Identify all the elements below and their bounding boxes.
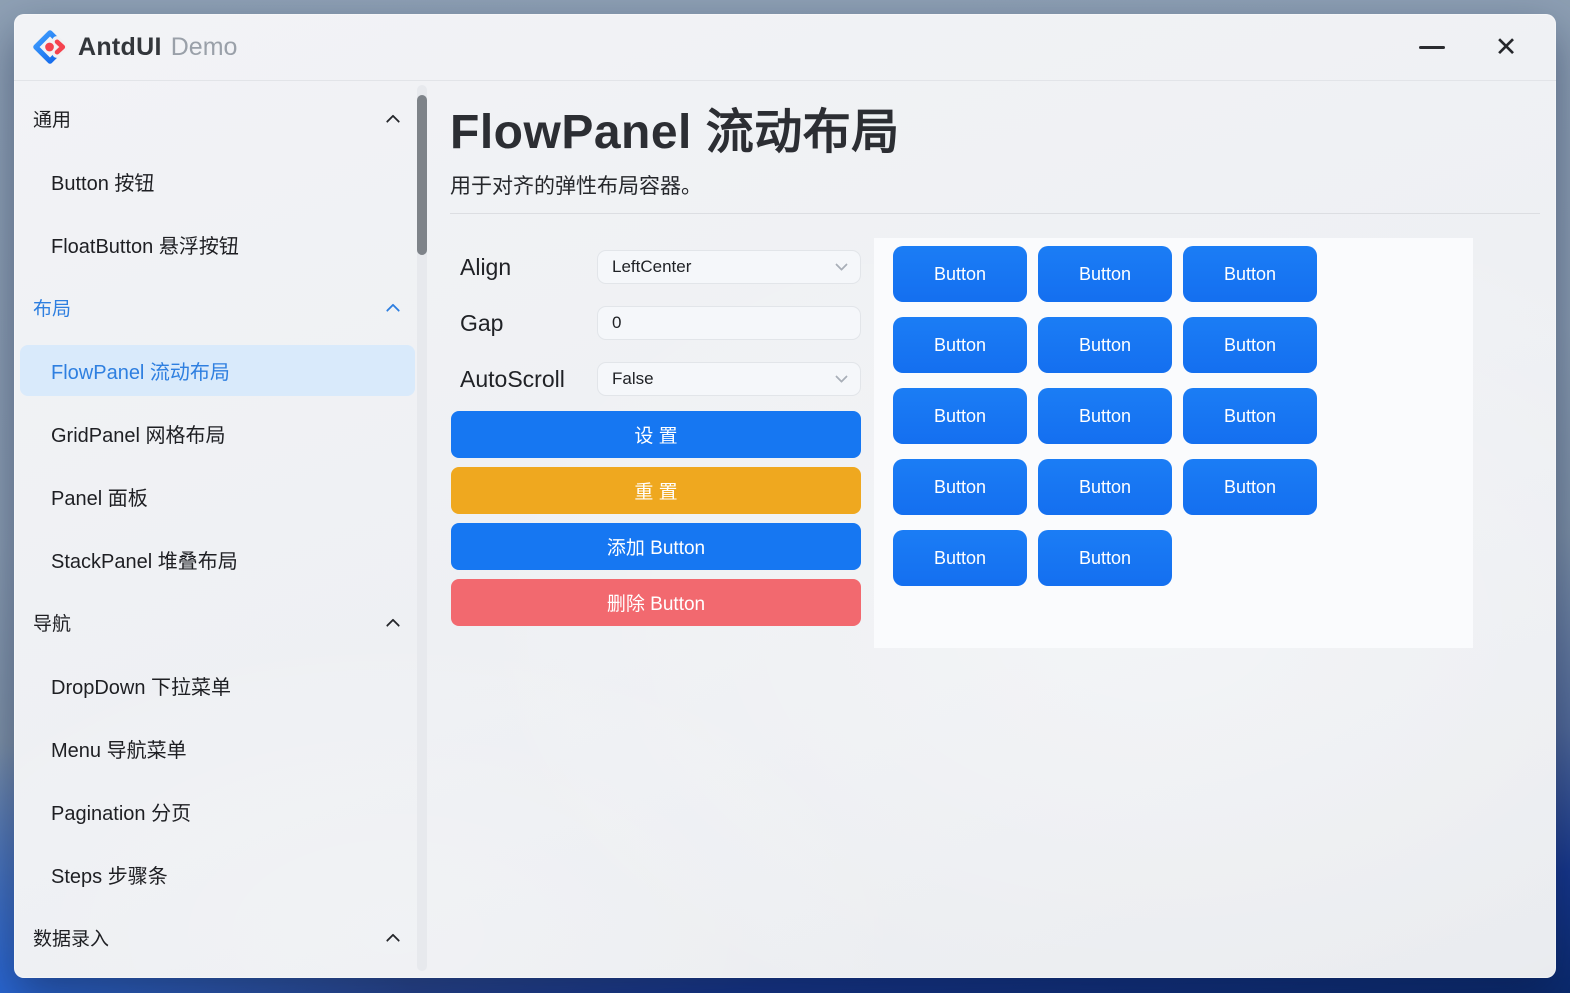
sidebar-scrollbar[interactable]	[417, 85, 427, 971]
chevron-up-icon	[386, 933, 400, 947]
sidebar-item-button[interactable]: Button 按钮	[14, 150, 434, 213]
sidebar-item-menu[interactable]: Menu 导航菜单	[14, 717, 434, 780]
delete-button-button[interactable]: 删除 Button	[451, 579, 861, 626]
reset-button[interactable]: 重 置	[451, 467, 861, 514]
close-button[interactable]: ✕	[1484, 25, 1528, 69]
preview-button[interactable]: Button	[893, 317, 1027, 373]
preview-button[interactable]: Button	[1038, 317, 1172, 373]
page-title: FlowPanel 流动布局	[450, 92, 900, 162]
gap-field-wrap	[597, 306, 861, 340]
sidebar-group-layout[interactable]: 布局	[14, 276, 434, 339]
add-button-button[interactable]: 添加 Button	[451, 523, 861, 570]
sidebar-item-steps[interactable]: Steps 步骤条	[14, 843, 434, 906]
preview-button[interactable]: Button	[1183, 246, 1317, 302]
sidebar-item-stackpanel[interactable]: StackPanel 堆叠布局	[14, 528, 434, 591]
preview-button[interactable]: Button	[1038, 459, 1172, 515]
flowpanel-buttons: Button Button Button Button Button Butto…	[893, 246, 1468, 601]
align-select[interactable]: LeftCenter	[597, 250, 861, 284]
preview-button[interactable]: Button	[893, 388, 1027, 444]
sidebar-group-data-entry[interactable]: 数据录入	[14, 906, 434, 969]
preview-button[interactable]: Button	[1038, 530, 1172, 586]
page-subtitle: 用于对齐的弹性布局容器。	[450, 170, 702, 200]
minimize-icon	[1419, 46, 1445, 49]
preview-button[interactable]: Button	[1183, 388, 1317, 444]
align-label: Align	[460, 254, 511, 281]
app-window: AntdUI Demo ✕ 通用 Button 按钮 FloatButton 悬…	[14, 14, 1556, 978]
sidebar-item-panel[interactable]: Panel 面板	[14, 465, 434, 528]
preview-button[interactable]: Button	[1038, 246, 1172, 302]
sidebar-scrollbar-thumb[interactable]	[417, 95, 427, 255]
preview-button[interactable]: Button	[893, 246, 1027, 302]
chevron-down-icon	[835, 370, 848, 383]
preview-button[interactable]: Button	[1183, 317, 1317, 373]
gap-input[interactable]	[612, 313, 846, 333]
sidebar-item-pagination[interactable]: Pagination 分页	[14, 780, 434, 843]
flowpanel-preview: Button Button Button Button Button Butto…	[874, 238, 1473, 648]
preview-button[interactable]: Button	[893, 530, 1027, 586]
minimize-button[interactable]	[1410, 25, 1454, 69]
chevron-up-icon	[386, 303, 400, 317]
chevron-up-icon	[386, 114, 400, 128]
antdui-logo-icon	[33, 30, 67, 64]
close-icon: ✕	[1495, 34, 1518, 61]
autoscroll-select[interactable]: False	[597, 362, 861, 396]
preview-button[interactable]: Button	[1038, 388, 1172, 444]
autoscroll-label: AutoScroll	[460, 366, 565, 393]
sidebar: 通用 Button 按钮 FloatButton 悬浮按钮 布局 FlowPan…	[14, 81, 434, 978]
settings-button[interactable]: 设 置	[451, 411, 861, 458]
app-title-suffix: Demo	[171, 33, 238, 62]
sidebar-group-navigation[interactable]: 导航	[14, 591, 434, 654]
chevron-up-icon	[386, 618, 400, 632]
sidebar-item-gridpanel[interactable]: GridPanel 网格布局	[14, 402, 434, 465]
sidebar-item-floatbutton[interactable]: FloatButton 悬浮按钮	[14, 213, 434, 276]
divider	[450, 213, 1540, 214]
title-bar: AntdUI Demo ✕	[14, 14, 1556, 81]
sidebar-group-general[interactable]: 通用	[14, 87, 434, 150]
gap-label: Gap	[460, 310, 503, 337]
sidebar-item-flowpanel[interactable]: FlowPanel 流动布局	[14, 339, 434, 402]
preview-button[interactable]: Button	[893, 459, 1027, 515]
app-title: AntdUI	[78, 33, 162, 62]
preview-button[interactable]: Button	[1183, 459, 1317, 515]
sidebar-item-dropdown[interactable]: DropDown 下拉菜单	[14, 654, 434, 717]
chevron-down-icon	[835, 258, 848, 271]
